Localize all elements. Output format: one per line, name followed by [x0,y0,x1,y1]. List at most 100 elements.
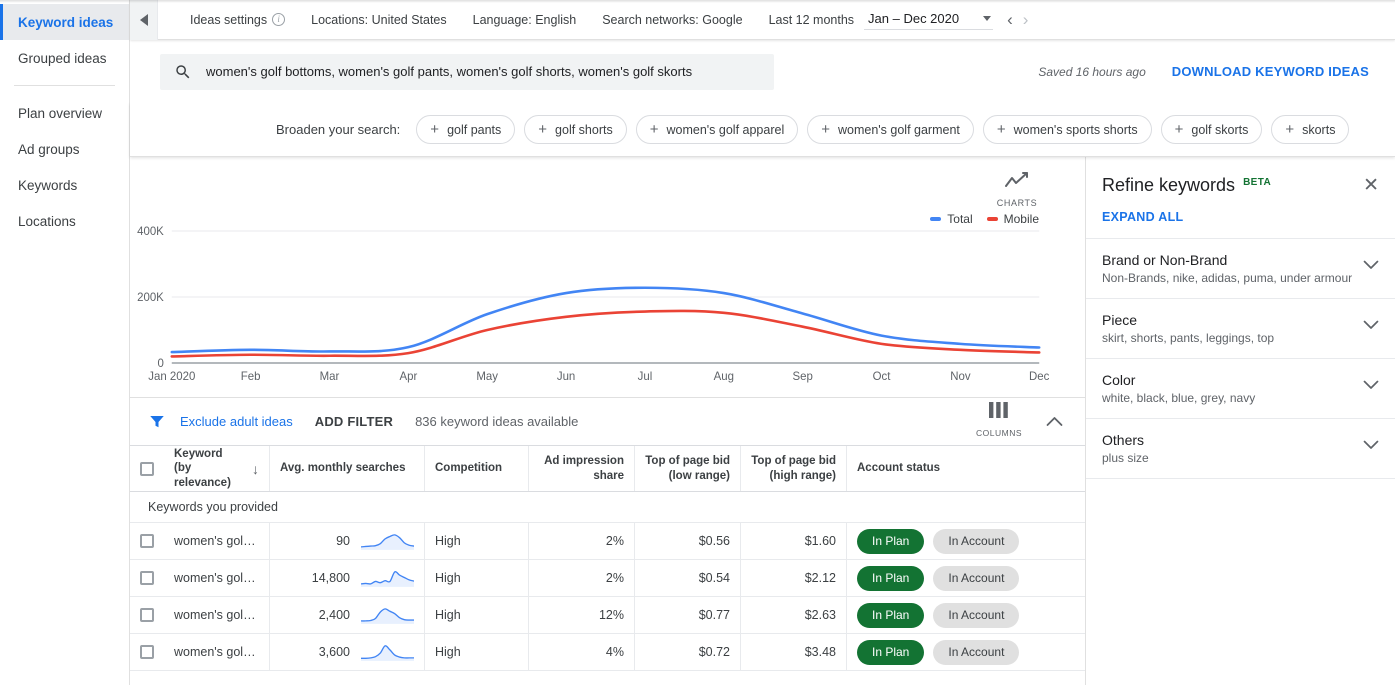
columns-button[interactable]: COLUMNS [976,402,1020,441]
sidebar-item-grouped-ideas[interactable]: Grouped ideas [0,40,129,76]
cell-keyword: women's golf sko... [164,634,270,670]
competition-value: High [435,608,461,622]
in-account-badge[interactable]: In Account [933,603,1019,628]
x-axis-tick-label: May [476,371,498,383]
search-volume: 14,800 [280,571,350,585]
cell-avg-monthly-searches: 2,400 [270,597,425,633]
legend-label: Total [947,212,972,226]
row-checkbox[interactable] [140,645,154,659]
broaden-chip-womens-golf-apparel[interactable]: + women's golf apparel [636,115,799,144]
collapse-sidebar-button[interactable] [130,0,158,40]
cell-account-status: In Plan In Account [847,634,1085,670]
search-networks-setting[interactable]: Search networks: Google [602,13,742,27]
refine-section-brand-or-non-brand[interactable]: Brand or Non-Brand Non-Brands, nike, adi… [1086,238,1395,298]
legend-item-total[interactable]: Total [930,212,972,226]
chevron-down-icon[interactable] [1363,257,1379,275]
main-area: Ideas settings i Locations: United State… [130,0,1395,685]
column-header-ad-impression-share[interactable]: Ad impression share [529,446,635,491]
in-plan-badge[interactable]: In Plan [857,529,924,554]
ideas-settings-button[interactable]: Ideas settings i [190,13,285,27]
sidebar-item-plan-overview[interactable]: Plan overview [0,95,129,131]
refine-section-others[interactable]: Others plus size [1086,418,1395,478]
sidebar-item-label: Grouped ideas [18,51,107,66]
chevron-down-icon[interactable] [1363,317,1379,335]
refine-section-piece[interactable]: Piece skirt, shorts, pants, leggings, to… [1086,298,1395,358]
keyword-text: women's golf pa... [174,571,259,585]
expand-all-button[interactable]: EXPAND ALL [1102,210,1379,224]
broaden-chip-skorts[interactable]: + skorts [1271,115,1349,144]
column-header-avg-monthly-searches[interactable]: Avg. monthly searches [270,446,425,491]
filter-bar: Exclude adult ideas ADD FILTER 836 keywo… [130,397,1085,445]
charts-toggle-button[interactable]: CHARTS [995,171,1039,208]
keyword-text: women's golf sko... [174,645,259,659]
filter-funnel-icon[interactable] [148,413,166,431]
row-select-cell [130,523,164,559]
in-account-badge[interactable]: In Account [933,566,1019,591]
line-chart-icon [1004,171,1030,191]
refine-section-color[interactable]: Color white, black, blue, grey, navy [1086,358,1395,418]
sidebar-item-keyword-ideas[interactable]: Keyword ideas [0,4,129,40]
in-account-badge[interactable]: In Account [933,640,1019,665]
row-checkbox[interactable] [140,571,154,585]
cell-competition: High [425,523,529,559]
cell-keyword: women's golf pa... [164,560,270,596]
next-period-button[interactable]: › [1023,11,1029,28]
broaden-chip-womens-sports-shorts[interactable]: + women's sports shorts [983,115,1152,144]
cell-bid-low: $0.54 [635,560,741,596]
broaden-chip-golf-skorts[interactable]: + golf skorts [1161,115,1263,144]
legend-label: Mobile [1004,212,1039,226]
impression-share-value: 12% [599,608,624,622]
bid-low-value: $0.56 [699,534,730,548]
broaden-chip-womens-golf-garment[interactable]: + women's golf garment [807,115,974,144]
table-row[interactable]: women's golf bot...90High2%$0.56$1.60In … [130,523,1085,560]
row-checkbox[interactable] [140,534,154,548]
table-row[interactable]: women's golf pa...14,800High2%$0.54$2.12… [130,560,1085,597]
sidebar-item-ad-groups[interactable]: Ad groups [0,131,129,167]
locations-setting[interactable]: Locations: United States [311,13,447,27]
in-account-badge[interactable]: In Account [933,529,1019,554]
search-row: women's golf bottoms, women's golf pants… [130,40,1395,103]
collapse-chart-button[interactable] [1046,416,1063,427]
locations-label: Locations: United States [311,13,447,27]
refine-section-text: Others plus size [1102,432,1353,465]
chevron-down-icon[interactable] [1363,437,1379,455]
broaden-chip-golf-pants[interactable]: + golf pants [416,115,515,144]
select-all-checkbox[interactable] [140,462,154,476]
language-setting[interactable]: Language: English [473,13,577,27]
cell-bid-high: $2.63 [741,597,847,633]
sidebar-item-label: Locations [18,214,76,229]
close-icon[interactable]: ✕ [1363,176,1379,195]
broaden-chip-golf-shorts[interactable]: + golf shorts [524,115,626,144]
keyword-search-input[interactable]: women's golf bottoms, women's golf pants… [160,54,774,90]
column-label: Top of page bid (low range) [645,454,730,483]
table-row[interactable]: women's golf sho...2,400High12%$0.77$2.6… [130,597,1085,634]
plus-icon: + [1175,122,1184,137]
column-header-top-of-page-bid-low[interactable]: Top of page bid (low range) [635,446,741,491]
cell-competition: High [425,634,529,670]
download-keyword-ideas-button[interactable]: DOWNLOAD KEYWORD IDEAS [1172,64,1369,79]
column-label: Competition [435,461,502,475]
column-header-competition[interactable]: Competition [425,446,529,491]
chip-label: skorts [1302,123,1335,137]
previous-period-button[interactable]: ‹ [1007,11,1013,28]
cell-ad-impression-share: 2% [529,523,635,559]
x-axis-tick-label: Nov [950,371,971,383]
column-header-top-of-page-bid-high[interactable]: Top of page bid (high range) [741,446,847,491]
add-filter-button[interactable]: ADD FILTER [315,414,393,429]
table-row[interactable]: women's golf sko...3,600High4%$0.72$3.48… [130,634,1085,671]
in-plan-badge[interactable]: In Plan [857,603,924,628]
sidebar-item-keywords[interactable]: Keywords [0,167,129,203]
in-plan-badge[interactable]: In Plan [857,640,924,665]
date-range-dropdown[interactable]: Jan – Dec 2020 [864,9,993,30]
beta-badge: BETA [1243,177,1271,188]
column-header-account-status[interactable]: Account status [847,446,1085,491]
sidebar-item-locations[interactable]: Locations [0,203,129,239]
chevron-down-icon[interactable] [1363,377,1379,395]
column-header-keyword[interactable]: Keyword (by relevance) ↓ [164,446,270,491]
legend-item-mobile[interactable]: Mobile [987,212,1039,226]
row-checkbox[interactable] [140,608,154,622]
info-icon[interactable]: i [272,13,285,26]
charts-label: CHARTS [995,198,1039,208]
exclude-adult-ideas-button[interactable]: Exclude adult ideas [180,414,293,429]
in-plan-badge[interactable]: In Plan [857,566,924,591]
